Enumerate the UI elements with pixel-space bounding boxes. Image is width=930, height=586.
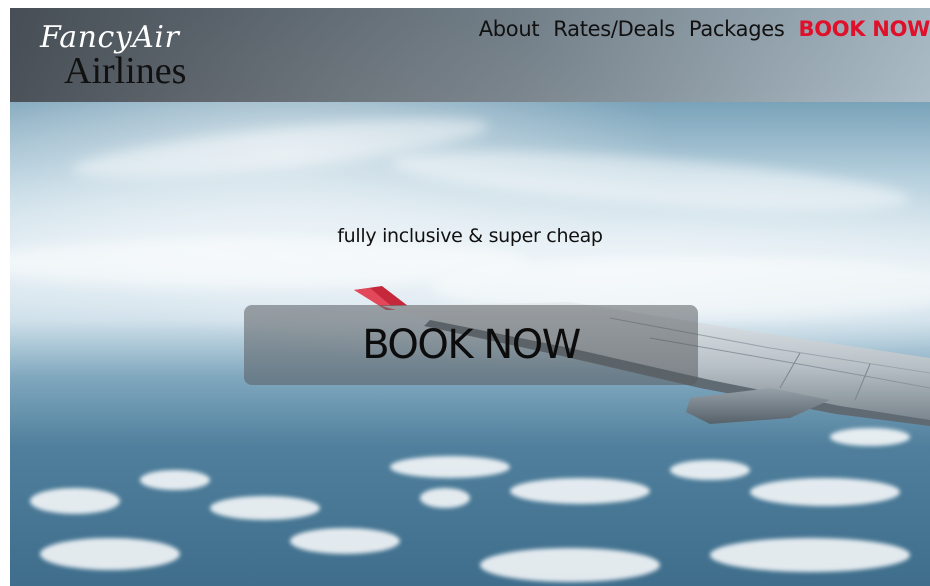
nav-packages[interactable]: Packages xyxy=(689,17,785,41)
brand-logo[interactable]: FancyAir Airlines xyxy=(40,16,240,96)
logo-main-text: Airlines xyxy=(64,50,187,92)
hero-tagline: fully inclusive & super cheap xyxy=(337,225,603,247)
nav-book-now[interactable]: BOOK NOW xyxy=(799,17,930,41)
book-now-button[interactable]: BOOK NOW xyxy=(244,305,698,385)
main-nav: About Rates/Deals Packages BOOK NOW xyxy=(479,17,930,41)
page-viewport: FancyAir Airlines About Rates/Deals Pack… xyxy=(10,8,930,586)
nav-about[interactable]: About xyxy=(479,17,540,41)
book-now-button-label: BOOK NOW xyxy=(362,322,581,368)
site-header: FancyAir Airlines About Rates/Deals Pack… xyxy=(10,8,930,102)
nav-rates-deals[interactable]: Rates/Deals xyxy=(553,17,675,41)
